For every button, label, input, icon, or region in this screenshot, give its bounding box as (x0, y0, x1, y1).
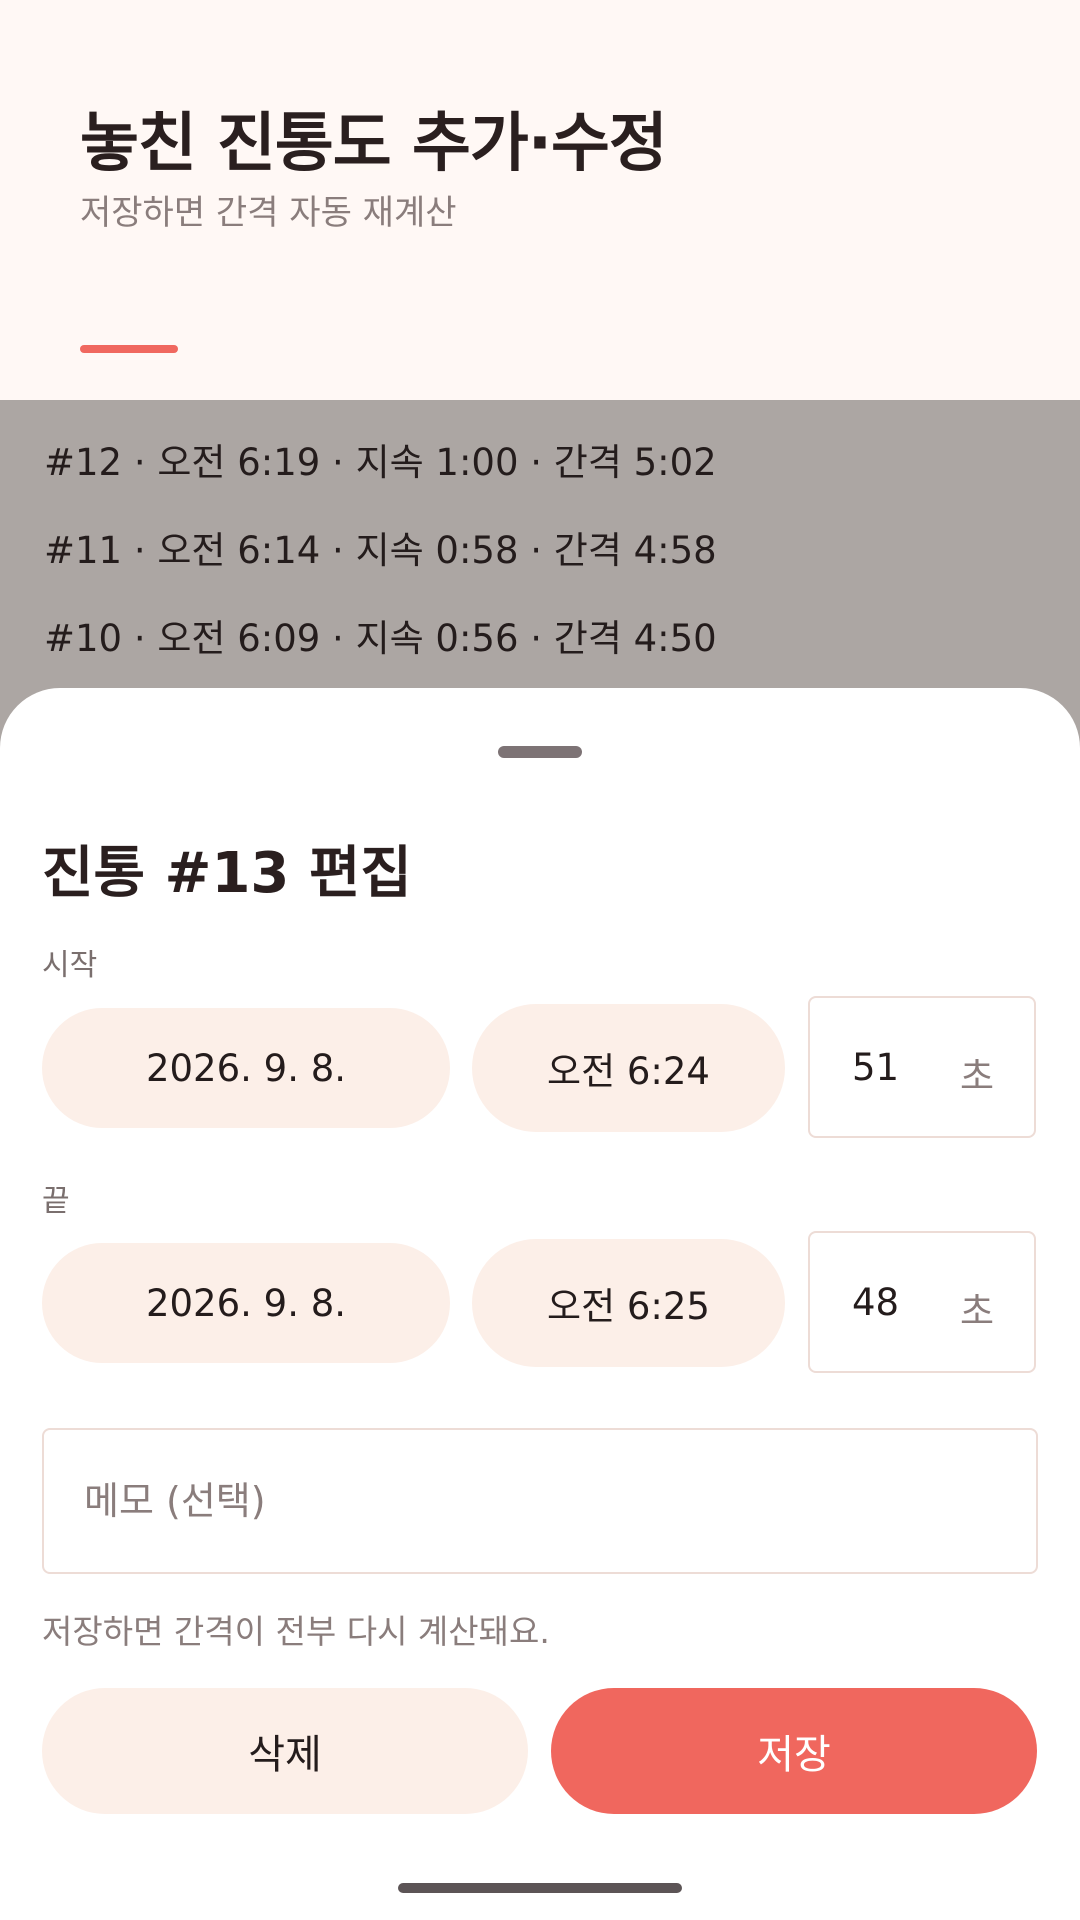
end-time-button[interactable]: 오전 6:25 (472, 1239, 785, 1367)
save-button[interactable]: 저장 (551, 1688, 1037, 1814)
end-seconds-value[interactable]: 48 (852, 1281, 899, 1324)
list-item[interactable]: #11 · 오전 6:14 · 지속 0:58 · 간격 4:58 (44, 520, 717, 574)
screen-header: 놓친 진통도 추가·수정 저장하면 간격 자동 재계산 (0, 0, 1080, 400)
home-indicator (398, 1883, 682, 1893)
start-seconds-unit: 초 (959, 1055, 994, 1098)
end-seconds-field[interactable]: 48 초 (808, 1231, 1036, 1373)
start-label: 시작 (42, 948, 98, 983)
end-date-button[interactable]: 2026. 9. 8. (42, 1243, 450, 1363)
sheet-drag-handle[interactable] (498, 746, 582, 758)
page-subtitle: 저장하면 간격 자동 재계산 (80, 193, 457, 233)
delete-button[interactable]: 삭제 (42, 1688, 528, 1814)
start-seconds-field[interactable]: 51 초 (808, 996, 1036, 1138)
edit-bottom-sheet: 진통 #13 편집 시작 2026. 9. 8. 오전 6:24 51 초 끝 … (0, 688, 1080, 1920)
header-accent-bar (80, 345, 178, 353)
helper-text: 저장하면 간격이 전부 다시 계산돼요. (42, 1612, 550, 1651)
memo-field[interactable] (42, 1428, 1038, 1574)
start-time-button[interactable]: 오전 6:24 (472, 1004, 785, 1132)
page-title: 놓친 진통도 추가·수정 (80, 107, 668, 181)
start-seconds-value[interactable]: 51 (852, 1046, 899, 1089)
end-label: 끝 (42, 1184, 70, 1219)
list-item[interactable]: #12 · 오전 6:19 · 지속 1:00 · 간격 5:02 (44, 432, 717, 486)
sheet-title: 진통 #13 편집 (42, 841, 412, 906)
memo-input[interactable] (84, 1430, 984, 1572)
start-date-button[interactable]: 2026. 9. 8. (42, 1008, 450, 1128)
list-item[interactable]: #10 · 오전 6:09 · 지속 0:56 · 간격 4:50 (44, 608, 717, 662)
end-seconds-unit: 초 (959, 1290, 994, 1333)
